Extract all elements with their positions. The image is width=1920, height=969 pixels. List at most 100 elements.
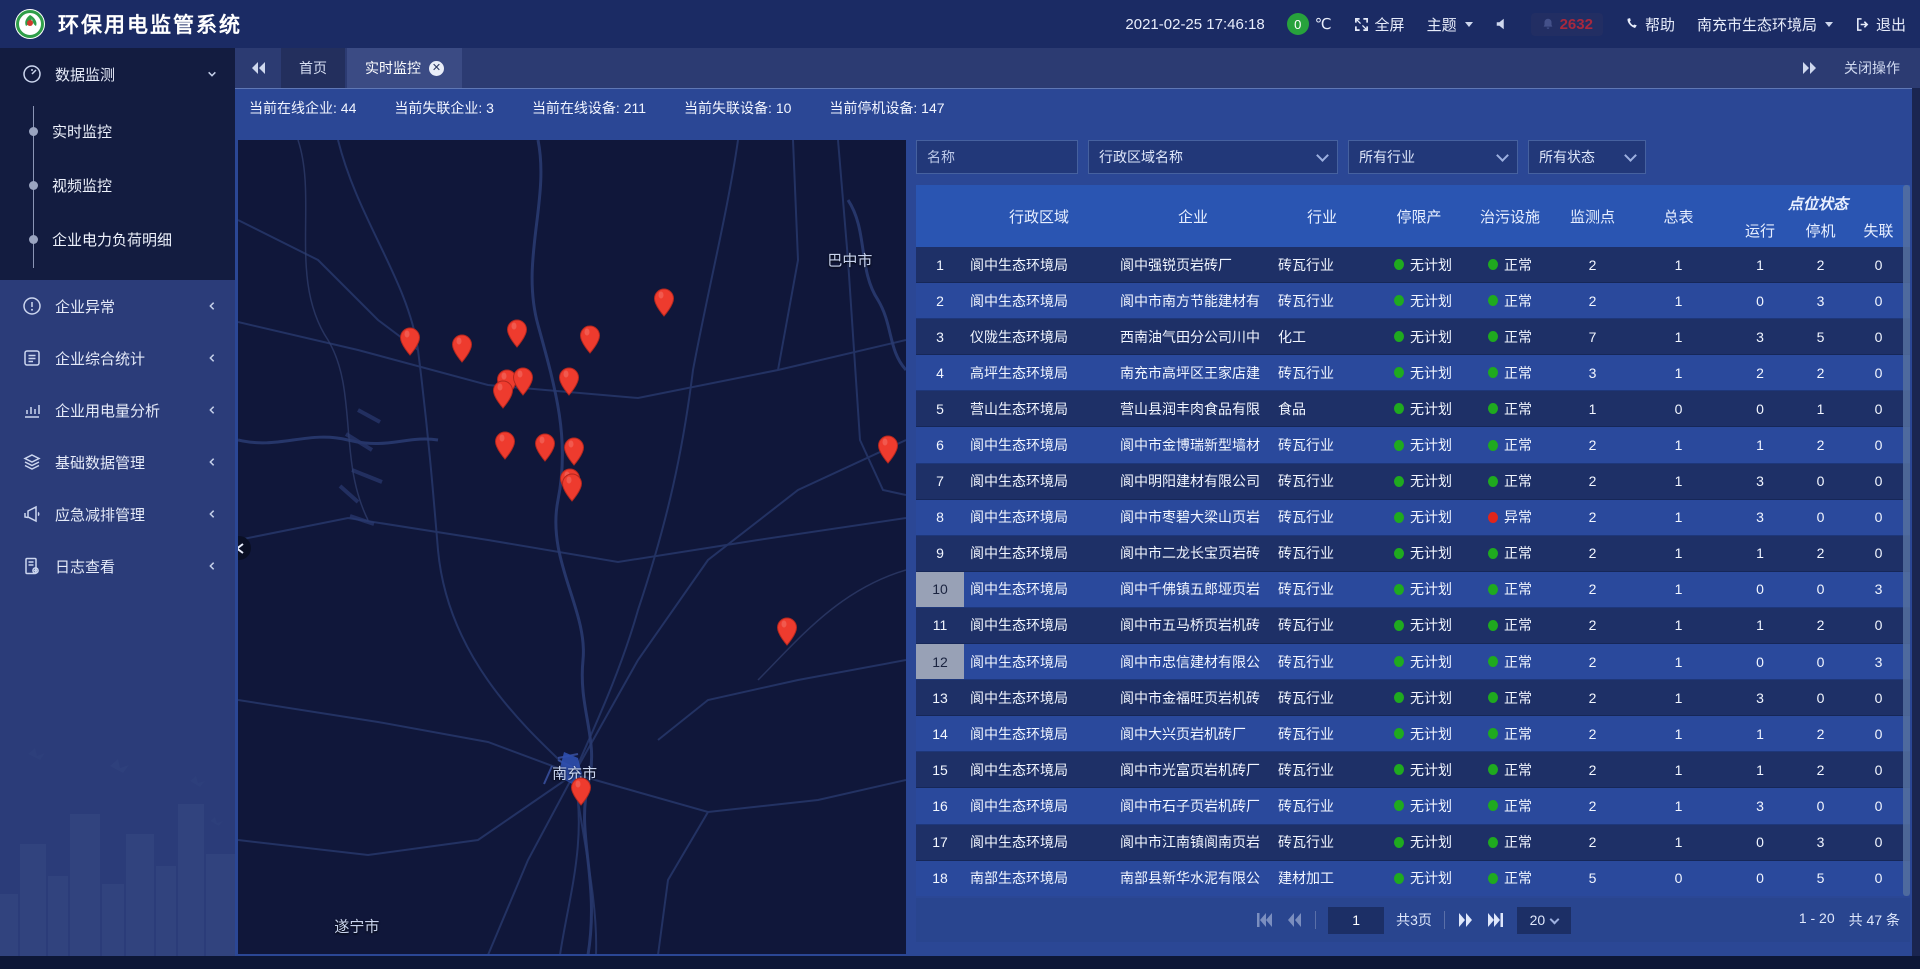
- sidebar-item-5[interactable]: 基础数据管理: [0, 436, 235, 488]
- map-canvas[interactable]: 巴中市南充市遂宁市: [238, 140, 906, 954]
- table-row[interactable]: 9阆中生态环境局阆中市二龙长宝页岩砖砖瓦行业无计划正常21120: [916, 536, 1910, 572]
- table-row[interactable]: 5营山生态环境局营山县润丰肉食品有限食品无计划正常10010: [916, 391, 1910, 427]
- row-index: 3: [916, 329, 964, 345]
- cell-region: 营山生态环境局: [964, 399, 1114, 419]
- page-size-select[interactable]: 20: [1517, 907, 1571, 934]
- region-filter-select[interactable]: 行政区域名称: [1088, 140, 1338, 174]
- table-row[interactable]: 6阆中生态环境局阆中市金博瑞新型墙材砖瓦行业无计划正常21120: [916, 427, 1910, 463]
- map-pin[interactable]: [654, 288, 675, 317]
- chevron-left-icon: [207, 509, 217, 519]
- cell-region: 南部生态环境局: [964, 868, 1114, 888]
- cell-meter-count: 0: [1631, 401, 1726, 417]
- help-button[interactable]: 帮助: [1625, 14, 1675, 35]
- map-pin[interactable]: [877, 435, 898, 464]
- sidebar-item-2[interactable]: 企业异常: [0, 280, 235, 332]
- cell-meter-count: 1: [1631, 437, 1726, 453]
- page-scrollbar-track[interactable]: [1912, 88, 1920, 956]
- sidebar-subitem[interactable]: 实时监控: [0, 104, 235, 158]
- notification-bell[interactable]: 2632: [1531, 13, 1603, 36]
- cell-facility-status: 正常: [1466, 652, 1554, 672]
- cell-region: 阆中生态环境局: [964, 579, 1114, 599]
- table-row[interactable]: 18南部生态环境局南部县新华水泥有限公建材加工无计划正常50050: [916, 861, 1910, 896]
- tabs-scroll-left-button[interactable]: [235, 48, 281, 88]
- table-row[interactable]: 2阆中生态环境局阆中市南方节能建材有砖瓦行业无计划正常21030: [916, 283, 1910, 319]
- cell-halt-count: 2: [1794, 617, 1847, 633]
- logout-button[interactable]: 退出: [1855, 14, 1906, 35]
- sidebar-item-1[interactable]: 数据监测: [0, 48, 235, 100]
- table-row[interactable]: 16阆中生态环境局阆中市石子页岩机砖厂砖瓦行业无计划正常21300: [916, 788, 1910, 824]
- cell-industry: 砖瓦行业: [1272, 291, 1372, 311]
- table-row[interactable]: 10阆中生态环境局阆中千佛镇五郎垭页岩砖瓦行业无计划正常21003: [916, 572, 1910, 608]
- first-page-button[interactable]: [1255, 912, 1273, 928]
- table-row[interactable]: 15阆中生态环境局阆中市光富页岩机砖厂砖瓦行业无计划正常21120: [916, 752, 1910, 788]
- prev-page-button[interactable]: [1285, 912, 1303, 928]
- name-search-input[interactable]: [916, 140, 1078, 174]
- sidebar-subitem[interactable]: 企业电力负荷明细: [0, 212, 235, 266]
- org-dropdown[interactable]: 南充市生态环境局: [1697, 14, 1833, 35]
- sidebar-item-7[interactable]: 日志查看: [0, 540, 235, 592]
- sidebar-subitem[interactable]: 视频监控: [0, 158, 235, 212]
- map-pin[interactable]: [562, 473, 583, 502]
- table-row[interactable]: 14阆中生态环境局阆中大兴页岩机砖厂砖瓦行业无计划正常21120: [916, 716, 1910, 752]
- table-row[interactable]: 11阆中生态环境局阆中市五马桥页岩机砖砖瓦行业无计划正常21120: [916, 608, 1910, 644]
- status-filter-select[interactable]: 所有状态: [1528, 140, 1646, 174]
- map-pin[interactable]: [495, 431, 516, 460]
- cell-industry: 砖瓦行业: [1272, 255, 1372, 275]
- sidebar-item-3[interactable]: 企业综合统计: [0, 332, 235, 384]
- cell-monitor-count: 2: [1554, 581, 1631, 597]
- table-row[interactable]: 8阆中生态环境局阆中市枣碧大梁山页岩砖瓦行业无计划异常21300: [916, 500, 1910, 536]
- fullscreen-button[interactable]: 全屏: [1354, 14, 1405, 35]
- map-pin[interactable]: [513, 367, 534, 396]
- sound-toggle[interactable]: [1495, 17, 1509, 31]
- table-row[interactable]: 13阆中生态环境局阆中市金福旺页岩机砖砖瓦行业无计划正常21300: [916, 680, 1910, 716]
- map-pin[interactable]: [559, 367, 580, 396]
- cell-facility-status: 正常: [1466, 688, 1554, 708]
- table-row[interactable]: 3仪陇生态环境局西南油气田分公司川中化工无计划正常71350: [916, 319, 1910, 355]
- page-number-input[interactable]: [1328, 907, 1384, 934]
- sidebar-item-4[interactable]: 企业用电量分析: [0, 384, 235, 436]
- table-row[interactable]: 4高坪生态环境局南充市高坪区王家店建砖瓦行业无计划正常31220: [916, 355, 1910, 391]
- table-row[interactable]: 12阆中生态环境局阆中市忠信建材有限公砖瓦行业无计划正常21003: [916, 644, 1910, 680]
- cell-meter-count: 1: [1631, 509, 1726, 525]
- cell-run-count: 0: [1726, 581, 1794, 597]
- cell-company: 西南油气田分公司川中: [1114, 327, 1272, 347]
- map-pin[interactable]: [399, 327, 420, 356]
- map-pin[interactable]: [580, 325, 601, 354]
- cell-run-count: 0: [1726, 654, 1794, 670]
- status-label: 正常: [1504, 435, 1532, 455]
- next-page-button[interactable]: [1457, 912, 1475, 928]
- table-scrollbar[interactable]: [1903, 185, 1910, 896]
- tab-home[interactable]: 首页: [281, 48, 345, 88]
- theme-dropdown[interactable]: 主题: [1427, 14, 1473, 35]
- tab-realtime-monitor[interactable]: 实时监控 ✕: [347, 48, 462, 88]
- map-pin[interactable]: [451, 334, 472, 363]
- close-operations-menu[interactable]: 关闭操作: [1844, 58, 1900, 78]
- chevron-down-icon: [207, 69, 217, 79]
- status-label: 正常: [1504, 615, 1532, 635]
- col-stop: 停限产: [1372, 206, 1466, 227]
- sidebar-item-6[interactable]: 应急减排管理: [0, 488, 235, 540]
- map-pin[interactable]: [564, 437, 585, 466]
- last-page-button[interactable]: [1487, 912, 1505, 928]
- industry-filter-select[interactable]: 所有行业: [1348, 140, 1518, 174]
- map-pin[interactable]: [570, 777, 591, 806]
- close-tab-icon[interactable]: ✕: [429, 61, 444, 76]
- table-row[interactable]: 7阆中生态环境局阆中明阳建材有限公司砖瓦行业无计划正常21300: [916, 464, 1910, 500]
- map-pin[interactable]: [507, 319, 528, 348]
- cell-company: 阆中市二龙长宝页岩砖: [1114, 543, 1272, 563]
- double-chevron-right-icon[interactable]: [1802, 61, 1818, 75]
- cell-run-count: 0: [1726, 401, 1794, 417]
- status-dot-icon: [1394, 440, 1404, 451]
- status-label: 正常: [1504, 327, 1532, 347]
- cell-monitor-count: 2: [1554, 690, 1631, 706]
- sidebar-item-label: 企业用电量分析: [55, 400, 207, 421]
- chevron-down-icon: [1550, 914, 1560, 924]
- map-pin[interactable]: [535, 433, 556, 462]
- cell-industry: 砖瓦行业: [1272, 760, 1372, 780]
- col-run: 运行: [1726, 220, 1794, 241]
- cell-stop-status: 无计划: [1372, 796, 1466, 816]
- map-pin[interactable]: [777, 617, 798, 646]
- table-row[interactable]: 1阆中生态环境局阆中强锐页岩砖厂砖瓦行业无计划正常21120: [916, 247, 1910, 283]
- table-row[interactable]: 17阆中生态环境局阆中市江南镇阆南页岩砖瓦行业无计划正常21030: [916, 825, 1910, 861]
- map-pin[interactable]: [493, 380, 514, 409]
